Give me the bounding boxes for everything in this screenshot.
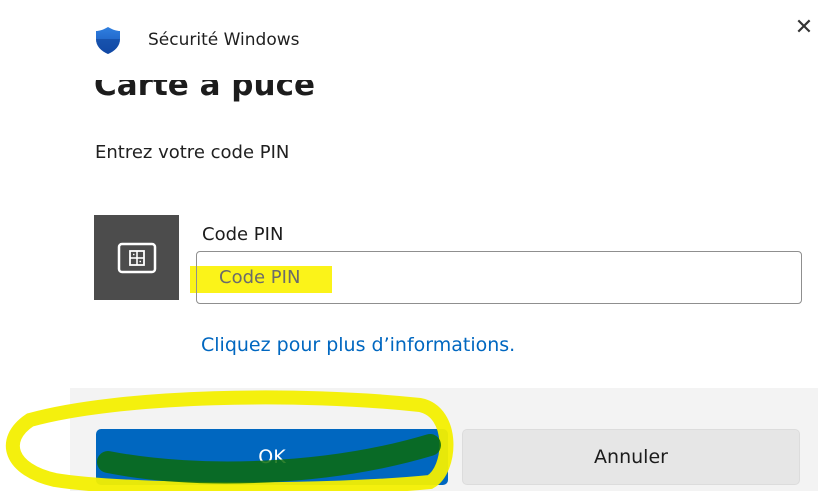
app-header: Sécurité Windows xyxy=(92,22,300,58)
dialog-title: Carte à puce xyxy=(94,80,315,103)
pin-input-container[interactable] xyxy=(196,251,802,304)
security-dialog: Sécurité Windows ✕ Carte à puce Entrez v… xyxy=(0,0,818,491)
close-button[interactable]: ✕ xyxy=(786,8,818,48)
instruction-text: Entrez votre code PIN xyxy=(95,142,290,163)
close-icon: ✕ xyxy=(794,15,814,40)
smart-card-tile xyxy=(94,215,179,300)
cancel-button[interactable]: Annuler xyxy=(462,429,800,485)
shield-icon xyxy=(92,24,124,56)
pin-input[interactable] xyxy=(197,252,801,303)
dialog-title-area: Carte à puce xyxy=(92,80,492,108)
app-title: Sécurité Windows xyxy=(148,30,300,50)
pin-field-label: Code PIN xyxy=(202,224,284,245)
ok-button[interactable]: OK xyxy=(96,429,448,485)
more-info-link[interactable]: Cliquez pour plus d’informations. xyxy=(201,334,515,356)
smart-card-icon xyxy=(117,242,157,274)
